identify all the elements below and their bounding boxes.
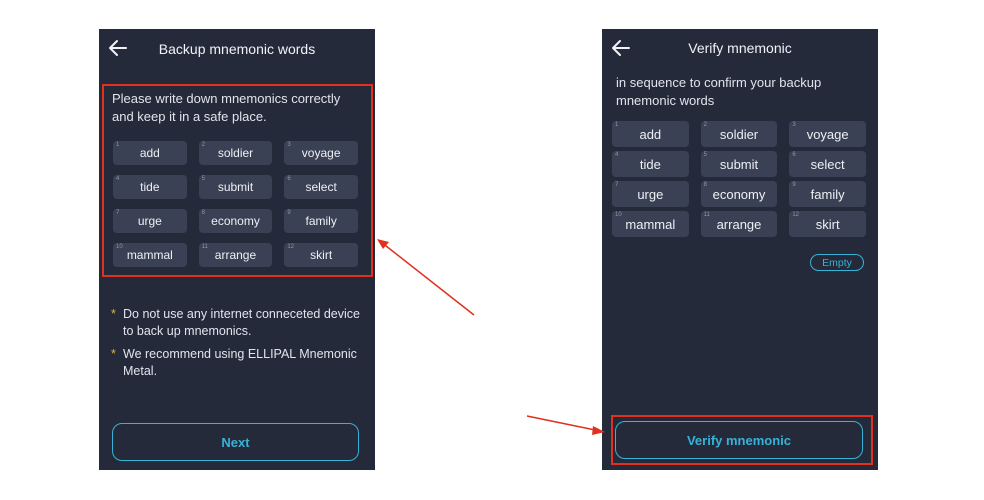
- arrow-to-word-box: [380, 241, 475, 316]
- annotation-arrows: [377, 239, 605, 435]
- arrow-to-verify-button: [526, 415, 601, 432]
- arrow-head-icon: [592, 426, 605, 435]
